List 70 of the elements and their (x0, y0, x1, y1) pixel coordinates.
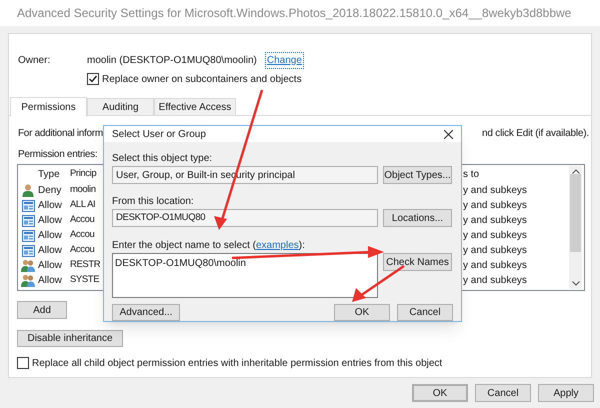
table-cell-text: y and subkeys (463, 274, 527, 288)
table-cell-text: ALL AI (70, 198, 96, 212)
table-cell-text: Deny (38, 184, 62, 198)
cancel-button[interactable]: Cancel (397, 304, 453, 321)
dialog-title: Select User or Group (112, 128, 206, 142)
package-icon (22, 200, 34, 212)
owner-value: moolin (DESKTOP-O1MUQ80\moolin) (87, 54, 257, 68)
footer-button[interactable]: Apply (538, 384, 594, 402)
table-cell-text: y and subkeys (463, 259, 527, 273)
group-icon (21, 274, 35, 287)
tab[interactable]: Permissions (10, 97, 87, 117)
package-icon (22, 244, 34, 256)
table-cell-text: SYSTE (70, 273, 100, 288)
checkbox[interactable] (17, 357, 29, 369)
owner-label: Owner: (18, 54, 52, 68)
field-label: Enter the object name to select ( (112, 239, 256, 251)
table-cell-text: Allow (38, 229, 63, 243)
group-icon (21, 259, 35, 272)
column-header: s to (463, 168, 480, 182)
advanced-button[interactable]: Advanced... (112, 304, 180, 321)
scroll-thumb[interactable] (570, 174, 581, 252)
table-cell-text: Allow (38, 274, 63, 288)
field-label: ): (298, 239, 305, 251)
package-icon (22, 214, 34, 226)
location-field: DESKTOP-O1MUQ80 (112, 209, 378, 227)
table-cell-text: y and subkeys (463, 184, 527, 198)
table-cell-text: Accou (70, 213, 96, 228)
object-types-button[interactable]: Object Types... (383, 166, 452, 184)
arrow (352, 264, 405, 302)
window-title: Advanced Security Settings for Microsoft.Windows.Photos_2018.18022.15810.0_x64__8wekyb3d8bbwe (17, 5, 572, 22)
table-cell-text: Accou (70, 228, 96, 242)
table-cell-text: y and subkeys (463, 199, 527, 213)
table-cell-text: Allow (38, 244, 63, 258)
tab[interactable]: Effective Access (154, 98, 236, 115)
table-cell-text: RESTR (70, 258, 102, 272)
user-icon (22, 184, 34, 197)
table-cell-text: Allow (38, 199, 63, 213)
section-label: Permission entries: (18, 148, 98, 161)
table-cell-text: Allow (38, 214, 63, 228)
ok-button[interactable]: OK (334, 304, 390, 321)
table-cell-text: Allow (38, 259, 63, 273)
scrollbar[interactable] (569, 166, 582, 289)
info-text: nd click Edit (if available). (482, 126, 589, 140)
tab[interactable]: Auditing (87, 98, 154, 115)
close-icon[interactable] (444, 130, 453, 138)
info-text: For additional inform (18, 126, 103, 140)
field-label: Select this object type: (112, 152, 214, 164)
disable-inheritance-button[interactable]: Disable inheritance (17, 330, 123, 347)
scroll-down-icon[interactable] (572, 281, 580, 286)
scroll-up-icon[interactable] (572, 169, 580, 174)
add-button[interactable]: Add (17, 301, 67, 319)
check-names-button[interactable]: Check Names (383, 253, 452, 271)
package-icon (22, 230, 34, 242)
table-cell-text: y and subkeys (463, 214, 527, 228)
column-header: Princip (70, 166, 98, 181)
table-cell-text: y and subkeys (463, 244, 527, 258)
footer-button[interactable]: Cancel (475, 384, 531, 402)
examples-link[interactable]: examples (256, 238, 299, 251)
checkbox-label: Replace all child object permission entries with inheritable permission entries from this object (32, 356, 442, 370)
column-header: Type (38, 168, 61, 182)
checkbox[interactable] (87, 73, 99, 85)
checkbox-label: Replace owner on subcontainers and objects (102, 72, 302, 86)
field-label: From this location: (112, 195, 195, 207)
change-link[interactable]: Change (264, 52, 304, 68)
table-cell-text: Accou (70, 243, 96, 258)
table-cell-text: y and subkeys (463, 229, 527, 243)
locations-button[interactable]: Locations... (383, 209, 452, 227)
object-name-field[interactable]: DESKTOP-O1MUQ80\moolin (112, 253, 378, 298)
table-cell-text: moolin (70, 183, 97, 198)
footer-button[interactable]: OK (412, 384, 468, 402)
